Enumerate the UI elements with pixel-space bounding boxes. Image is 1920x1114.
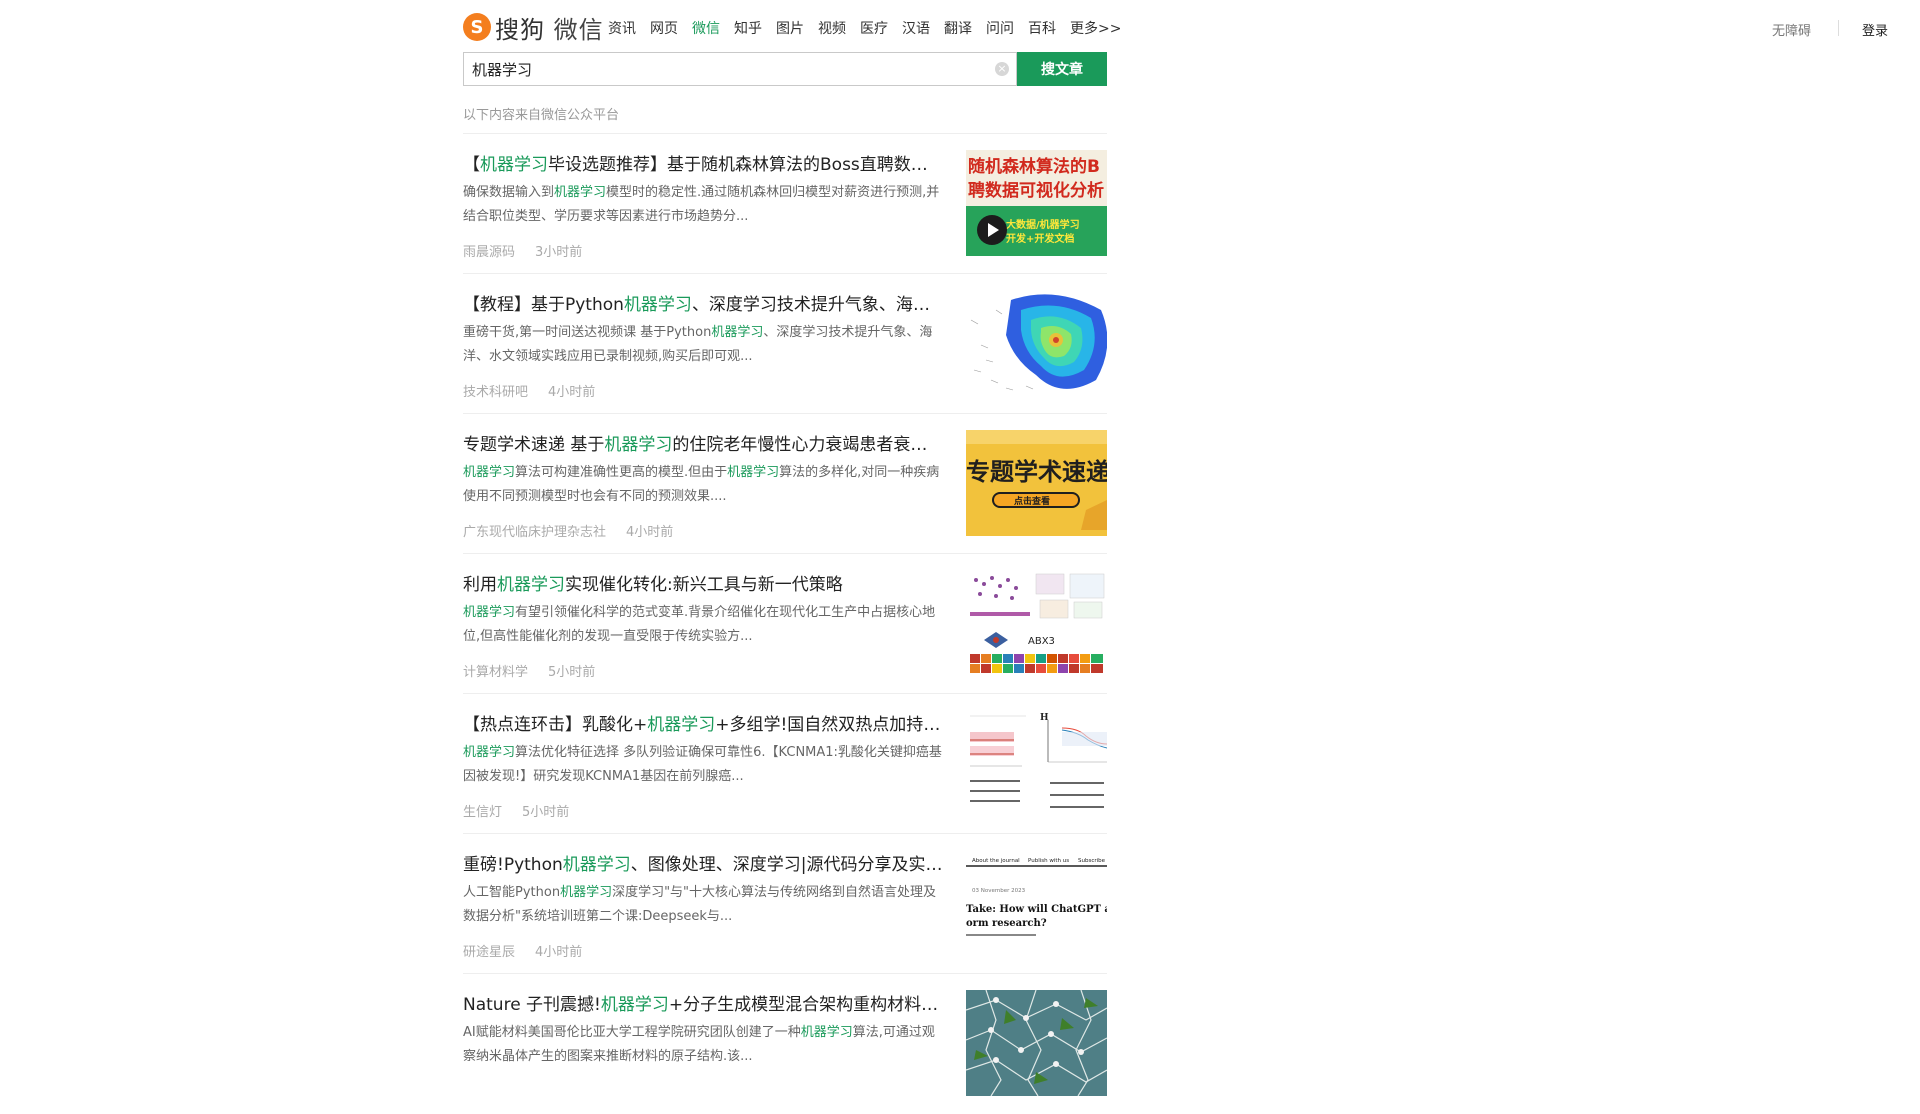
result-time: 5小时前 [548,665,596,680]
result-source[interactable]: 计算材料学 [463,661,528,680]
source-note: 以下内容来自微信公众平台 [463,108,620,123]
result-snippet: AI赋能材料美国哥伦比亚大学工程学院研究团队创建了一种机器学习算法,可通过观察纳… [463,1025,935,1064]
result-time: 5小时前 [522,805,570,820]
nav-item-weixin[interactable]: 微信 [692,18,720,38]
nav-item-news[interactable]: 资讯 [608,18,636,38]
result-item: Nature 子刊震撼!机器学习+分子生成模型混合架构重构材料发现范式... A… [463,973,1107,1114]
search-articles-button[interactable]: 搜文章 [1017,52,1107,86]
svg-text:大数据/机器学习: 大数据/机器学习 [1006,218,1080,231]
logo-product: 微信 [553,15,604,44]
sogou-logo[interactable]: S 搜狗 微信 [463,10,604,44]
svg-text:Take: How will ChatGPT and g: Take: How will ChatGPT and g [966,904,1107,915]
result-title[interactable]: 【热点连环击】乳酸化+机器学习+多组学!国自然双热点加持,发表于SCI一区... [463,710,943,735]
result-meta: 计算材料学 5小时前 [463,661,595,680]
result-meta: 广东现代临床护理杂志社 4小时前 [463,521,673,540]
result-thumbnail[interactable]: 随机森林算法的B 聘数据可视化分析 大数据/机器学习 开发+开发文档 [966,150,1107,256]
result-snippet: 机器学习有望引领催化科学的范式变革.背景介绍催化在现代化工生产中占据核心地位,但… [463,605,936,644]
sogou-logo-mark: S [463,13,491,41]
result-thumbnail[interactable]: ABX3 [966,570,1107,676]
result-source[interactable]: 雨晨源码 [463,241,515,260]
svg-text:Publish with us: Publish with us [1028,858,1069,864]
search-box: × [463,52,1017,86]
result-snippet: 机器学习算法可构建准确性更高的模型.但由于机器学习算法的多样化,对同一种疾病使用… [463,465,940,504]
result-source[interactable]: 生信灯 [463,801,502,820]
result-meta: 生信灯 5小时前 [463,801,569,820]
svg-text:聘数据可视化分析: 聘数据可视化分析 [968,180,1104,201]
result-thumbnail[interactable]: About the journal Publish with us Subscr… [966,850,1107,956]
accessibility-link[interactable]: 无障碍 [1772,20,1811,39]
nav-item-more[interactable]: 更多>> [1070,18,1121,38]
result-time: 3小时前 [535,245,583,260]
logo-brand: 搜狗 [495,15,545,44]
result-meta: 雨晨源码 3小时前 [463,241,582,260]
result-item: 专题学术速递 基于机器学习的住院老年慢性心力衰竭患者衰弱风险预测模型... 机器… [463,413,1107,554]
result-meta: 技术科研吧 4小时前 [463,381,595,400]
nav-item-video[interactable]: 视频 [818,18,846,38]
top-nav: 资讯 网页 微信 知乎 图片 视频 医疗 汉语 翻译 问问 百科 更多>> [608,18,1121,38]
result-snippet: 重磅干货,第一时间送达视频课 基于Python机器学习、深度学习技术提升气象、海… [463,325,933,364]
nav-item-medical[interactable]: 医疗 [860,18,888,38]
svg-text:Subscribe: Subscribe [1078,858,1106,864]
result-title[interactable]: 【教程】基于Python机器学习、深度学习技术提升气象、海洋、水文领域实践... [463,290,943,315]
svg-text:03 November 2023: 03 November 2023 [972,888,1026,894]
result-time: 4小时前 [626,525,674,540]
result-item: 重磅!Python机器学习、图像处理、深度学习|源代码分享及实战应用... 人工… [463,833,1107,974]
result-item: 【教程】基于Python机器学习、深度学习技术提升气象、海洋、水文领域实践...… [463,273,1107,414]
result-source[interactable]: 广东现代临床护理杂志社 [463,521,606,540]
result-thumbnail[interactable]: 专题学术速递 点击查看 [966,430,1107,536]
result-source[interactable]: 技术科研吧 [463,381,528,400]
nav-item-translate[interactable]: 翻译 [944,18,972,38]
result-title[interactable]: 【机器学习毕设选题推荐】基于随机森林算法的Boss直聘数据可视化分析系统... [463,150,943,175]
result-item: 【机器学习毕设选题推荐】基于随机森林算法的Boss直聘数据可视化分析系统... … [463,133,1107,274]
result-item: 【热点连环击】乳酸化+机器学习+多组学!国自然双热点加持,发表于SCI一区...… [463,693,1107,834]
result-time: 4小时前 [535,945,583,960]
result-title[interactable]: Nature 子刊震撼!机器学习+分子生成模型混合架构重构材料发现范式... [463,990,943,1015]
nav-item-web[interactable]: 网页 [650,18,678,38]
svg-text:H: H [1040,713,1049,723]
result-time: 4小时前 [548,385,596,400]
result-snippet: 机器学习算法优化特征选择 多队列验证确保可靠性6.【KCNMA1:乳酸化关键抑癌… [463,745,942,784]
result-item: 利用机器学习实现催化转化:新兴工具与新一代策略 机器学习有望引领催化科学的范式变… [463,553,1107,694]
svg-text:开发+开发文档: 开发+开发文档 [1006,232,1074,245]
nav-item-images[interactable]: 图片 [776,18,804,38]
nav-item-zhihu[interactable]: 知乎 [734,18,762,38]
svg-text:点击查看: 点击查看 [1014,495,1050,507]
result-thumbnail[interactable] [966,990,1107,1096]
svg-text:About the journal: About the journal [972,858,1020,864]
svg-text:orm research?: orm research? [966,918,1047,929]
clear-icon[interactable]: × [995,62,1009,76]
nav-item-hanyu[interactable]: 汉语 [902,18,930,38]
result-meta: 研途星辰 4小时前 [463,941,582,960]
svg-text:专题学术速递: 专题学术速递 [966,458,1107,486]
sogou-logo-text: 搜狗 微信 [495,10,604,45]
result-thumbnail[interactable]: H [966,710,1107,816]
svg-text:随机森林算法的B: 随机森林算法的B [968,156,1100,177]
nav-item-baike[interactable]: 百科 [1028,18,1056,38]
login-link[interactable]: 登录 [1862,20,1888,39]
svg-text:ABX3: ABX3 [1028,636,1055,647]
result-snippet: 人工智能Python机器学习深度学习"与"十大核心算法与传统网络到自然语言处理及… [463,885,937,924]
search-input[interactable] [464,53,1000,85]
nav-item-wenwen[interactable]: 问问 [986,18,1014,38]
result-title[interactable]: 重磅!Python机器学习、图像处理、深度学习|源代码分享及实战应用... [463,850,943,875]
header-divider [1838,20,1839,36]
result-thumbnail[interactable] [966,290,1107,396]
result-title[interactable]: 专题学术速递 基于机器学习的住院老年慢性心力衰竭患者衰弱风险预测模型... [463,430,943,455]
result-title[interactable]: 利用机器学习实现催化转化:新兴工具与新一代策略 [463,570,943,595]
result-source[interactable]: 研途星辰 [463,941,515,960]
result-snippet: 确保数据输入到机器学习模型时的稳定性.通过随机森林回归模型对薪资进行预测,并结合… [463,185,940,224]
